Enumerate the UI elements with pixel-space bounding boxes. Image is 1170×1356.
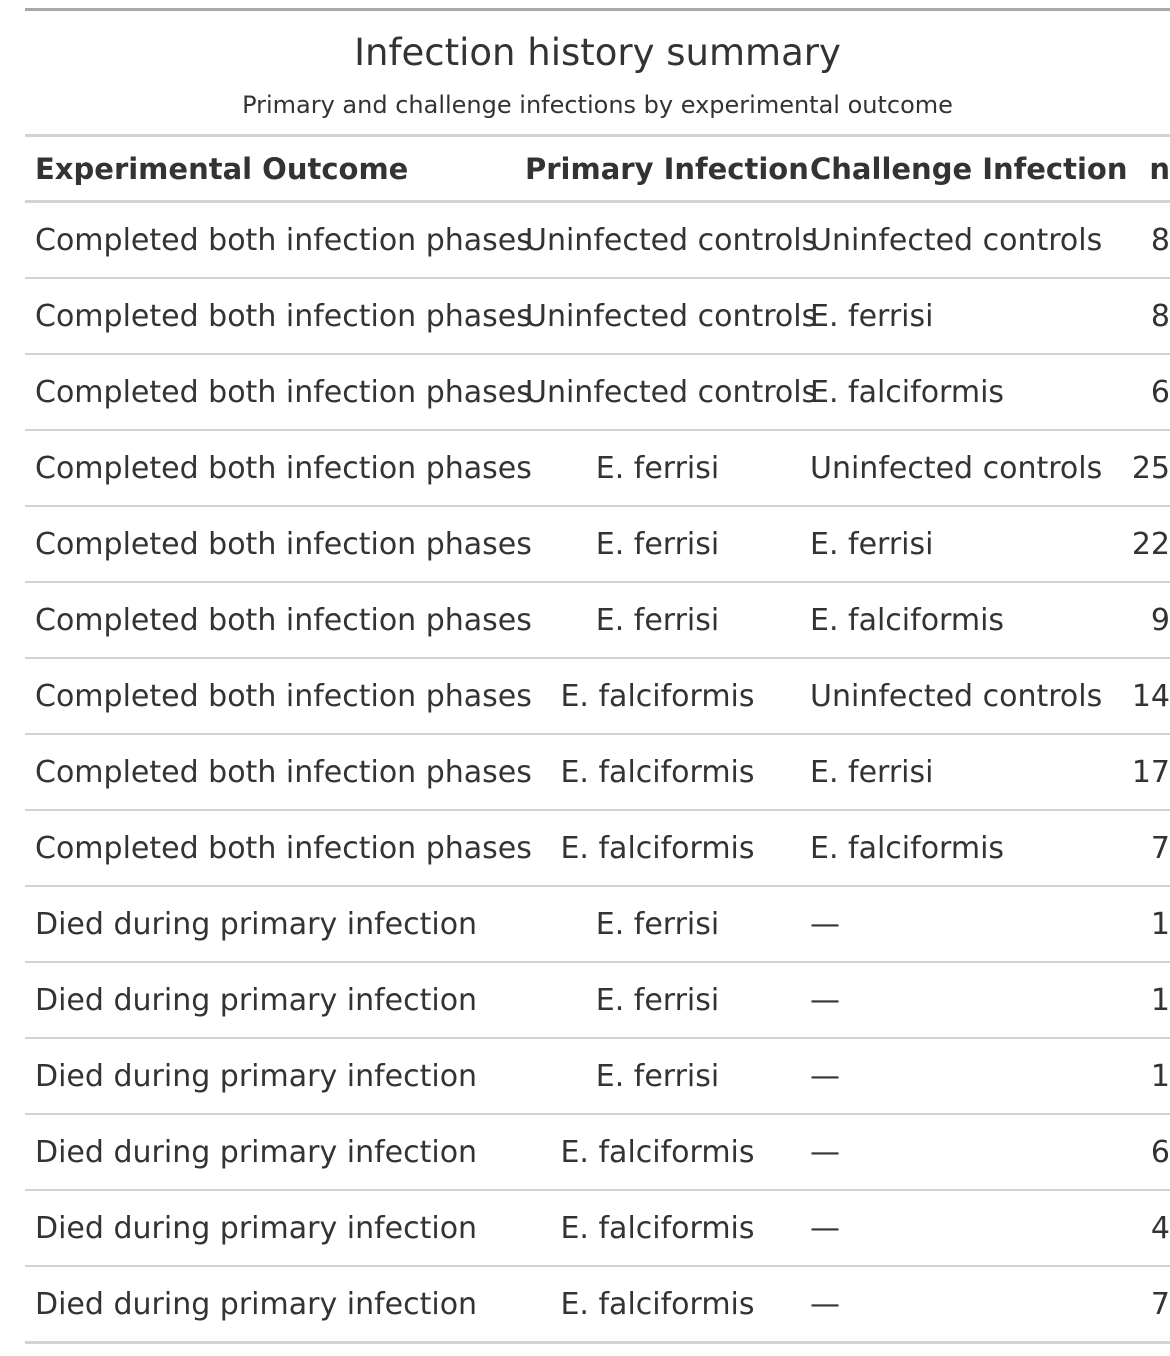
cell-primary-infection: E. ferrisi (515, 506, 800, 583)
cell-primary-infection: Uninfected controls (515, 278, 817, 355)
cell-primary-infection: E. ferrisi (515, 1038, 800, 1115)
column-header-challenge-infection: Challenge Infection (800, 137, 1128, 203)
cell-challenge-infection: — (800, 886, 1120, 963)
cell-experimental-outcome: Completed both infection phases (25, 658, 532, 735)
cell-challenge-infection: — (800, 1266, 1120, 1344)
cell-n: 4 (1120, 1190, 1170, 1267)
header-row: Experimental Outcome Primary Infection C… (25, 137, 1170, 203)
table-row: Completed both infection phases Uninfecte… (25, 201, 1170, 279)
table-row: Completed both infection phases E. ferris… (25, 506, 1170, 583)
cell-n: 17 (1120, 734, 1170, 811)
table-subtitle: Primary and challenge infections by expe… (242, 91, 953, 119)
table-row: Died during primary infection E. ferrisi —… (25, 886, 1170, 963)
cell-primary-infection: Uninfected controls (515, 354, 817, 431)
cell-n: 1 (1120, 1038, 1170, 1115)
infection-history-table: Experimental Outcome Primary Infection C… (25, 137, 1170, 1344)
table-row: Died during primary infection E. ferrisi —… (25, 962, 1170, 1039)
cell-challenge-infection: — (800, 1114, 1120, 1191)
cell-n: 6 (1120, 354, 1170, 431)
cell-challenge-infection: Uninfected controls (800, 201, 1120, 279)
cell-primary-infection: E. ferrisi (515, 430, 800, 507)
table-row: Died during primary infection E. falcifor… (25, 1114, 1170, 1191)
cell-n: 1 (1120, 886, 1170, 963)
table-row: Completed both infection phases E. falcif… (25, 734, 1170, 811)
table-row: Died during primary infection E. falcifor… (25, 1190, 1170, 1267)
cell-experimental-outcome: Completed both infection phases (25, 354, 532, 431)
column-header-primary-infection: Primary Infection (515, 137, 809, 203)
table-row: Completed both infection phases E. falcif… (25, 810, 1170, 887)
cell-primary-infection: E. falciformis (515, 1190, 800, 1267)
table-row: Completed both infection phases E. ferris… (25, 430, 1170, 507)
cell-experimental-outcome: Completed both infection phases (25, 201, 532, 279)
table-top-rule (25, 8, 1170, 11)
cell-primary-infection: E. falciformis (515, 1114, 800, 1191)
cell-experimental-outcome: Completed both infection phases (25, 430, 532, 507)
cell-challenge-infection: — (800, 1038, 1120, 1115)
cell-challenge-infection: E. falciformis (800, 810, 1120, 887)
cell-primary-infection: E. ferrisi (515, 582, 800, 659)
cell-n: 9 (1120, 582, 1170, 659)
cell-n: 25 (1120, 430, 1170, 507)
cell-challenge-infection: Uninfected controls (800, 430, 1120, 507)
column-header-experimental-outcome: Experimental Outcome (25, 137, 515, 203)
table-row: Completed both infection phases Uninfecte… (25, 354, 1170, 431)
cell-challenge-infection: Uninfected controls (800, 658, 1120, 735)
cell-primary-infection: E. ferrisi (515, 886, 800, 963)
cell-experimental-outcome: Died during primary infection (25, 962, 515, 1039)
cell-n: 6 (1120, 1114, 1170, 1191)
cell-primary-infection: E. falciformis (515, 810, 800, 887)
cell-experimental-outcome: Completed both infection phases (25, 582, 532, 659)
cell-primary-infection: E. falciformis (515, 658, 800, 735)
cell-challenge-infection: E. ferrisi (800, 278, 1120, 355)
cell-experimental-outcome: Completed both infection phases (25, 810, 532, 887)
cell-primary-infection: Uninfected controls (515, 201, 817, 279)
cell-experimental-outcome: Died during primary infection (25, 886, 515, 963)
cell-experimental-outcome: Died during primary infection (25, 1266, 515, 1344)
cell-experimental-outcome: Died during primary infection (25, 1114, 515, 1191)
cell-experimental-outcome: Completed both infection phases (25, 734, 532, 811)
cell-experimental-outcome: Died during primary infection (25, 1190, 515, 1267)
cell-challenge-infection: E. ferrisi (800, 734, 1120, 811)
table-body: Completed both infection phases Uninfecte… (25, 201, 1170, 1344)
table-row: Completed both infection phases E. ferris… (25, 582, 1170, 659)
cell-experimental-outcome: Completed both infection phases (25, 506, 532, 583)
cell-primary-infection: E. falciformis (515, 1266, 800, 1344)
cell-n: 1 (1120, 962, 1170, 1039)
table-row: Completed both infection phases Uninfecte… (25, 278, 1170, 355)
cell-challenge-infection: E. falciformis (800, 582, 1120, 659)
cell-challenge-infection: E. ferrisi (800, 506, 1120, 583)
cell-n: 8 (1120, 201, 1170, 279)
table-row: Died during primary infection E. ferrisi —… (25, 1038, 1170, 1115)
cell-n: 7 (1120, 1266, 1170, 1344)
cell-challenge-infection: E. falciformis (800, 354, 1120, 431)
cell-primary-infection: E. ferrisi (515, 962, 800, 1039)
cell-n: 14 (1120, 658, 1170, 735)
cell-n: 8 (1120, 278, 1170, 355)
cell-experimental-outcome: Died during primary infection (25, 1038, 515, 1115)
cell-challenge-infection: — (800, 1190, 1120, 1267)
summary-table-container: Infection history summary Primary and ch… (25, 8, 1170, 1344)
table-row: Completed both infection phases E. falcif… (25, 658, 1170, 735)
table-row: Died during primary infection E. falcifor… (25, 1266, 1170, 1344)
cell-n: 7 (1120, 810, 1170, 887)
cell-primary-infection: E. falciformis (515, 734, 800, 811)
table-title: Infection history summary (354, 31, 841, 74)
column-header-n: n (1120, 137, 1170, 203)
cell-experimental-outcome: Completed both infection phases (25, 278, 532, 355)
cell-n: 22 (1120, 506, 1170, 583)
cell-challenge-infection: — (800, 962, 1120, 1039)
